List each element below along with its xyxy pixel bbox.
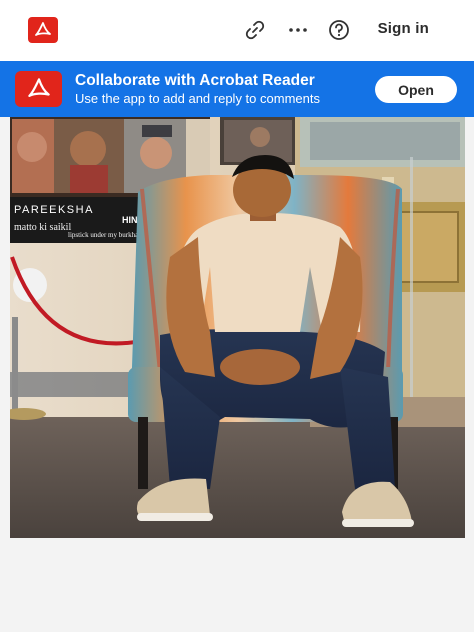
banner-subtitle: Use the app to add and reply to comments xyxy=(75,91,320,106)
sign-in-link[interactable]: Sign in xyxy=(378,20,429,37)
acrobat-icon xyxy=(15,71,62,107)
app-promo-banner: Collaborate with Acrobat Reader Use the … xyxy=(0,61,474,117)
more-horizontal-icon[interactable] xyxy=(286,18,310,42)
page-background xyxy=(0,538,474,632)
top-bar: Sign in xyxy=(0,0,474,62)
banner-title: Collaborate with Acrobat Reader xyxy=(75,72,315,89)
link-icon[interactable] xyxy=(243,18,267,42)
open-app-button[interactable]: Open xyxy=(375,76,457,103)
help-icon[interactable] xyxy=(327,18,351,42)
document-photo: PAREEKSHA matto ki saikil lipstick under… xyxy=(10,117,465,538)
poster-lipstick-text: lipstick under my burkha xyxy=(68,231,139,239)
acrobat-icon[interactable] xyxy=(28,17,58,43)
poster-matto-text: matto ki saikil xyxy=(14,222,71,233)
poster-pareeksha-text: PAREEKSHA xyxy=(14,204,94,216)
